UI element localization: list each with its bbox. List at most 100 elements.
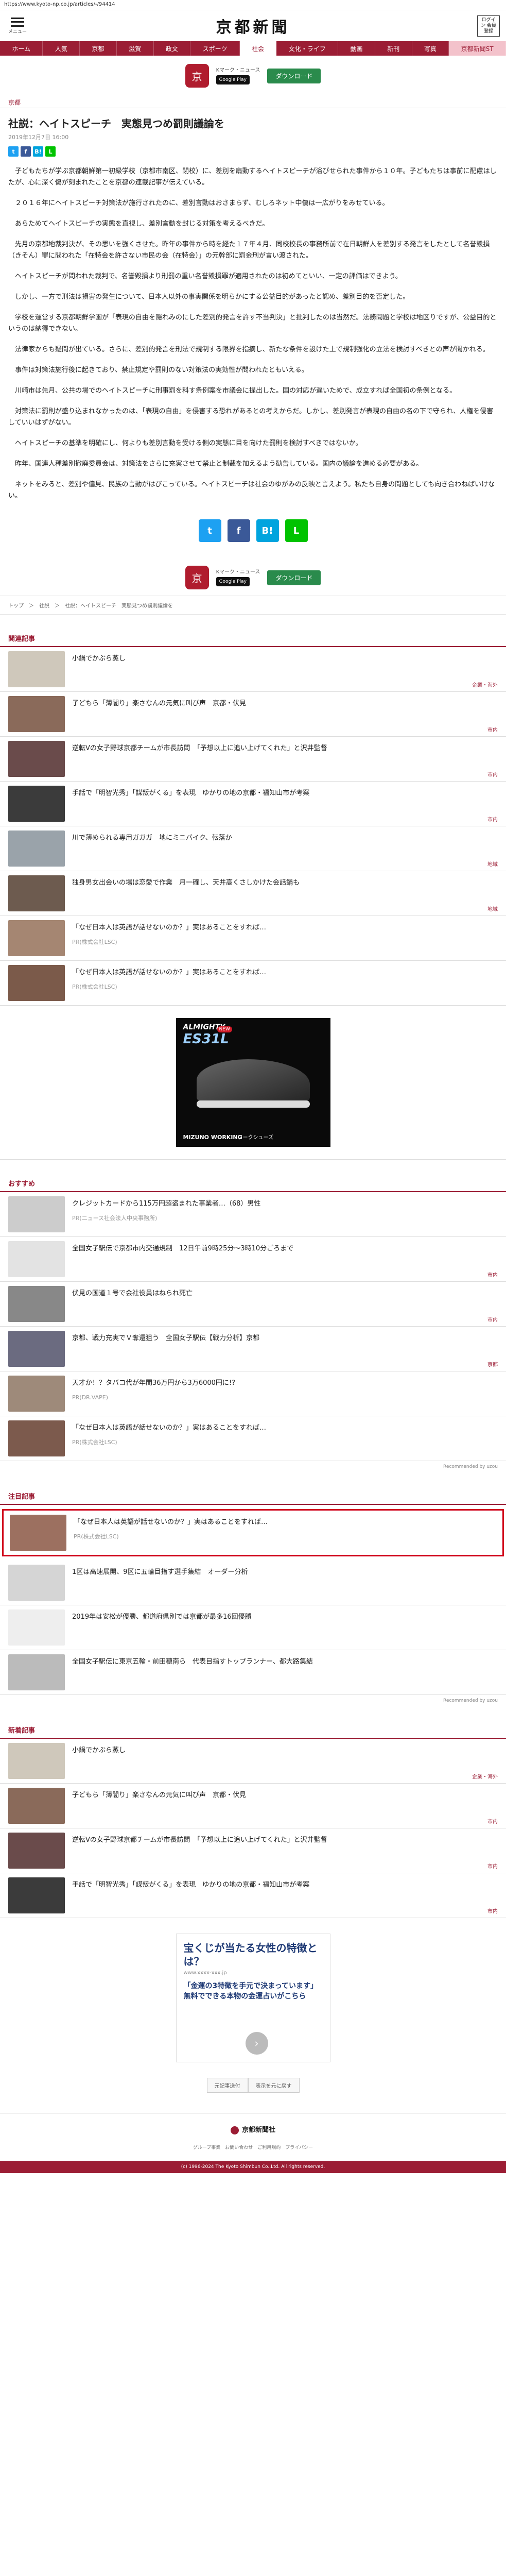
list-item-title[interactable]: 子どもら「薄闇り」楽さなんの元気に叫び声 京都・伏見 <box>72 1791 498 1800</box>
list-item[interactable]: 全国女子駅伝に東京五輪・前田穂南ら 代表目指すトップランナー、都大路集結 <box>0 1650 506 1695</box>
hatena-icon[interactable]: B! <box>256 519 279 542</box>
section-title: おすすめ <box>0 1175 506 1192</box>
category-label[interactable]: 企業・海外 <box>472 1772 498 1780</box>
nav-item[interactable]: 京都 <box>80 41 117 56</box>
arrow-right-icon[interactable]: › <box>245 2032 268 2055</box>
list-item-title[interactable]: 「なぜ日本人は英語が話せないのか？」実はあることをすれば… <box>72 968 498 977</box>
section-crumb[interactable]: 京都 <box>0 94 506 108</box>
google-play-badge[interactable]: Google Play <box>216 577 250 586</box>
category-label[interactable]: 市内 <box>487 1817 498 1825</box>
list-item-text-wrap: クレジットカードから115万円超盗まれた事業者…（68）男性 PR(二ュース社会法… <box>65 1196 498 1232</box>
list-item-title[interactable]: クレジットカードから115万円超盗まれた事業者…（68）男性 <box>72 1199 498 1209</box>
shoe-ad[interactable]: ALMIGHTY NEW ES31L MIZUNO WORKING ワークシュー… <box>176 1018 330 1147</box>
menu-button[interactable]: メニュー <box>6 17 29 35</box>
footer-button[interactable]: 元記事送付 <box>206 2078 248 2093</box>
list-item[interactable]: クレジットカードから115万円超盗まれた事業者…（68）男性 PR(二ュース社会法… <box>0 1192 506 1237</box>
list-item[interactable]: 1区は高速展開、9区に五輪目指す選手集結 オーダー分析 <box>0 1561 506 1605</box>
list-item[interactable]: 小鍋でかぶら蒸し企業・海外 <box>0 1739 506 1784</box>
list-item[interactable]: 「なぜ日本人は英語が話せないのか？」実はあることをすれば… PR(株式会社LSC) <box>0 961 506 1006</box>
nav-item[interactable]: 人気 <box>43 41 80 56</box>
category-label[interactable]: 市内 <box>487 1270 498 1278</box>
article-thumbnail <box>8 1788 65 1824</box>
nav-item[interactable]: スポーツ <box>190 41 240 56</box>
facebook-icon[interactable]: f <box>21 146 31 157</box>
list-item-title[interactable]: 「なぜ日本人は英語が話せないのか？」実はあることをすれば… <box>72 923 498 933</box>
list-item-title[interactable]: 逆転Vの女子野球京都チームが市長訪問 「予想以上に追い上げてくれた」と沢井監督 <box>72 1836 498 1845</box>
list-item[interactable]: 手話で「明智光秀」「謀叛がくる」を表現 ゆかりの地の京都・福知山市が考案市内 <box>0 1873 506 1918</box>
list-item-title[interactable]: 京都、戦力充実でＶ奪還狙う 全国女子駅伝【戦力分析】京都 <box>72 1334 498 1343</box>
list-item[interactable]: 京都、戦力充実でＶ奪還狙う 全国女子駅伝【戦力分析】京都京都 <box>0 1327 506 1371</box>
url-bar[interactable]: https://www.kyoto-np.co.jp/articles/-/94… <box>0 0 506 10</box>
category-label[interactable]: 市内 <box>487 1862 498 1870</box>
category-label[interactable]: 企業・海外 <box>472 681 498 688</box>
category-label[interactable]: 市内 <box>487 725 498 733</box>
footer-button[interactable]: 表示を元に戻す <box>248 2078 300 2093</box>
list-item[interactable]: 「なぜ日本人は英語が話せないのか？」実はあることをすれば… PR(株式会社LSC) <box>2 1509 504 1556</box>
download-button[interactable]: ダウンロード <box>267 570 321 585</box>
hamburger-icon <box>11 17 24 27</box>
login-badge[interactable]: ログイン 会員登録 <box>477 15 500 37</box>
list-item-title[interactable]: 天才か！？タバコ代が年間36万円から3万6000円に!? <box>72 1379 498 1388</box>
nav-item[interactable]: 新刊 <box>375 41 412 56</box>
breadcrumb[interactable]: トップ ＞ 社説 ＞ 社説：ヘイトスピーチ 実態見つめ罰則議論を <box>0 596 506 615</box>
nav-item[interactable]: ホーム <box>0 41 43 56</box>
list-item[interactable]: 子どもら「薄闇り」楽さなんの元気に叫び声 京都・伏見市内 <box>0 1784 506 1828</box>
list-item-title[interactable]: 小鍋でかぶら蒸し <box>72 1746 498 1755</box>
list-item[interactable]: 逆転Vの女子野球京都チームが市長訪問 「予想以上に追い上げてくれた」と沢井監督市… <box>0 737 506 782</box>
category-label[interactable]: 地域 <box>487 905 498 912</box>
list-item-title[interactable]: 川で薄められる専用ガガガ 地にミニバイク、転落か <box>72 834 498 843</box>
facebook-icon[interactable]: f <box>227 519 250 542</box>
category-label[interactable]: 京都 <box>487 1360 498 1368</box>
nav-item[interactable]: 動画 <box>338 41 375 56</box>
list-item-title[interactable]: 「なぜ日本人は英語が話せないのか？」実はあることをすれば… <box>74 1518 496 1527</box>
line-icon[interactable]: L <box>45 146 56 157</box>
nav-item[interactable]: 社会 <box>239 41 277 56</box>
nav-item[interactable]: 滋賀 <box>117 41 154 56</box>
list-item-title[interactable]: 1区は高速展開、9区に五輪目指す選手集結 オーダー分析 <box>72 1568 498 1577</box>
list-item-title[interactable]: 伏見の国道１号で会社役員はねられ死亡 <box>72 1289 498 1298</box>
list-item-title[interactable]: 全国女子駅伝に東京五輪・前田穂南ら 代表目指すトップランナー、都大路集結 <box>72 1657 498 1667</box>
lottery-ad[interactable]: 宝くじが当たる女性の特徴とは？ www.xxxx-xxx.jp 「金運の3特徴を… <box>176 1934 330 2062</box>
list-item[interactable]: 天才か！？タバコ代が年間36万円から3万6000円に!? PR(DR.VAPE) <box>0 1371 506 1416</box>
nav-item[interactable]: 政文 <box>154 41 191 56</box>
twitter-icon[interactable]: t <box>198 519 221 542</box>
list-item-title[interactable]: 小鍋でかぶら蒸し <box>72 654 498 664</box>
list-item[interactable]: 手話で「明智光秀」「謀叛がくる」を表現 ゆかりの地の京都・福知山市が考案市内 <box>0 782 506 826</box>
list-item[interactable]: 子どもら「薄闇り」楽さなんの元気に叫び声 京都・伏見市内 <box>0 692 506 737</box>
list-item-title[interactable]: 逆転Vの女子野球京都チームが市長訪問 「予想以上に追い上げてくれた」と沢井監督 <box>72 744 498 753</box>
list-item[interactable]: 全国女子駅伝で京都市内交通規制 12日午前9時25分〜3時10分ごろまで市内 <box>0 1237 506 1282</box>
list-item[interactable]: 2019年は安松が優勝、都道府県別では京都が最多16回優勝 <box>0 1605 506 1650</box>
hatena-icon[interactable]: B! <box>33 146 43 157</box>
category-label[interactable]: 地域 <box>487 860 498 868</box>
category-label[interactable]: 市内 <box>487 770 498 778</box>
list-item-title[interactable]: 子どもら「薄闇り」楽さなんの元気に叫び声 京都・伏見 <box>72 699 498 708</box>
list-item[interactable]: 逆転Vの女子野球京都チームが市長訪問 「予想以上に追い上げてくれた」と沢井監督市… <box>0 1828 506 1873</box>
nav-item[interactable]: 京都新聞ST <box>449 41 506 56</box>
footer-links[interactable]: グループ事業 お問い合わせ ご利用規約 プライバシー <box>0 2140 506 2161</box>
list-item[interactable]: 独身男女出会いの場は恋愛で作業 月一確し、天井高くさしかけた会話鍋も地域 <box>0 871 506 916</box>
list-item-title[interactable]: 独身男女出会いの場は恋愛で作業 月一確し、天井高くさしかけた会話鍋も <box>72 878 498 888</box>
twitter-icon[interactable]: t <box>8 146 19 157</box>
list-item[interactable]: 小鍋でかぶら蒸し企業・海外 <box>0 647 506 692</box>
article-thumbnail <box>8 1420 65 1456</box>
category-label[interactable]: 市内 <box>487 1907 498 1914</box>
list-item-title[interactable]: 「なぜ日本人は英語が話せないのか？」実はあることをすれば… <box>72 1423 498 1433</box>
nav-item[interactable]: 写真 <box>412 41 449 56</box>
download-button[interactable]: ダウンロード <box>267 68 321 83</box>
list-item-title[interactable]: 全国女子駅伝で京都市内交通規制 12日午前9時25分〜3時10分ごろまで <box>72 1244 498 1253</box>
list-item[interactable]: 「なぜ日本人は英語が話せないのか？」実はあることをすれば… PR(株式会社LSC) <box>0 916 506 961</box>
google-play-badge[interactable]: Google Play <box>216 75 250 84</box>
list-item-title[interactable]: 手話で「明智光秀」「謀叛がくる」を表現 ゆかりの地の京都・福知山市が考案 <box>72 1880 498 1890</box>
list-item[interactable]: 伏見の国道１号で会社役員はねられ死亡市内 <box>0 1282 506 1327</box>
list-item-title[interactable]: 手話で「明智光秀」「謀叛がくる」を表現 ゆかりの地の京都・福知山市が考案 <box>72 789 498 798</box>
list-item[interactable]: 川で薄められる専用ガガガ 地にミニバイク、転落か地域 <box>0 826 506 871</box>
nav-item[interactable]: 文化・ライフ <box>276 41 339 56</box>
line-icon[interactable]: L <box>285 519 308 542</box>
footer-logo[interactable]: 京都新聞社 <box>0 2113 506 2140</box>
site-logo[interactable]: 京都新聞 <box>216 14 290 37</box>
article-thumbnail <box>8 1376 65 1412</box>
list-item-title[interactable]: 2019年は安松が優勝、都道府県別では京都が最多16回優勝 <box>72 1613 498 1622</box>
category-label[interactable]: 市内 <box>487 815 498 823</box>
category-label[interactable]: 市内 <box>487 1315 498 1323</box>
list-item[interactable]: 「なぜ日本人は英語が話せないのか？」実はあることをすれば… PR(株式会社LSC) <box>0 1416 506 1461</box>
